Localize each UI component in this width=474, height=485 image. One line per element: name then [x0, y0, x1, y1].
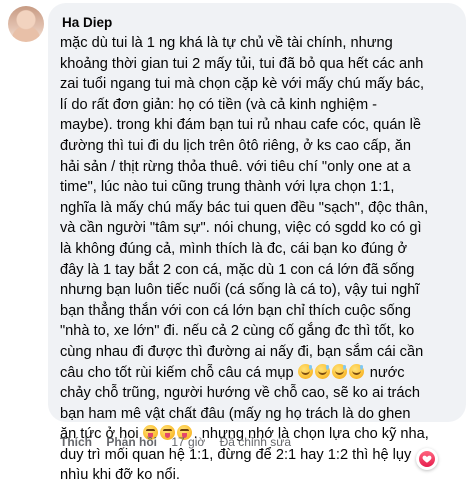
comment-line: mặc dù tui là 1 ng khá là tự chủ về tài …	[60, 35, 393, 51]
avatar[interactable]	[8, 6, 44, 42]
comment-line: "nhà to, xe lớn" đi. nếu cả 2 cùng cố gắ…	[60, 323, 415, 340]
timestamp-link[interactable]: 17 giờ	[171, 435, 205, 449]
comment-line: zai tuổi ngang tui mà chọn cặp kè với mấ…	[60, 76, 425, 93]
comment-line: time", lúc nào tui cũng trung thành với …	[60, 179, 395, 196]
comment-line: nhưng bạn luôn tiếc nuối (cá sống là cá …	[60, 282, 420, 299]
edited-label[interactable]: Đã chỉnh sửa	[220, 435, 291, 449]
comment-line: đây là 1 tay bắt 2 con cá, mặc dù 1 con …	[60, 261, 415, 278]
comment-author[interactable]: Ha Diep	[62, 14, 454, 31]
comment-line: đường thì tui đi du lịch trên ôtô riêng,…	[60, 137, 411, 154]
comment-line: maybe). trong khi đám bạn tui rủ nhau ca…	[60, 117, 422, 134]
comment-line: và cần người "tâm sự". nói chung, việc c…	[60, 220, 422, 237]
comment-line: bạn thẳng thắn với con cá lớn bạn chỉ th…	[60, 302, 411, 319]
comment-line-text: nước	[369, 364, 405, 381]
comment-container: Ha Diep mặc dù tui là 1 ng khá là tự chủ…	[0, 0, 474, 485]
comment-line-with-emoji: câu cho tốt rùi kiếm chỗ câu cá mụp nước	[60, 363, 454, 384]
sweat-smile-emoji-icon	[348, 363, 364, 379]
comment-text: mặc dù tui là 1 ng khá là tự chủ về tài …	[60, 33, 454, 485]
comment-line: khoảng thời gian tui 2 mấy tủi, tui đã b…	[60, 55, 424, 72]
sweat-smile-emoji-icon	[297, 363, 313, 379]
heart-icon	[419, 451, 435, 467]
comment-line: nhìu khi đỡ ko nổi.	[60, 467, 180, 484]
sweat-smile-emoji-icon	[314, 363, 330, 379]
comment-line: bạn ham mê vật chất đâu (mấy ng họ trách…	[60, 405, 411, 422]
comment-line: chảy chỗ trũng, người hướng về chỗ cao, …	[60, 385, 420, 402]
reply-button[interactable]: Phản hồi	[106, 435, 157, 449]
reaction-badge[interactable]	[416, 448, 438, 470]
like-button[interactable]: Thích	[60, 435, 92, 449]
comment-line: nghĩa là mấy chú mấy bác tui quen đều "s…	[60, 199, 429, 216]
comment-bubble: Ha Diep mặc dù tui là 1 ng khá là tự chủ…	[48, 3, 466, 483]
comment-line: là không đúng cả, mình thích là đc, cái …	[60, 240, 408, 257]
comment-actions: Thích Phản hồi 17 giờ Đã chỉnh sửa	[60, 433, 302, 451]
comment-line: lí do rất đơn giản: họ có tiền (và cả ki…	[60, 96, 378, 113]
sweat-smile-emoji-icon	[331, 363, 347, 379]
comment-line-text: câu cho tốt rùi kiếm chỗ câu cá mụp	[60, 364, 294, 381]
comment-line: cùng nhau đi được thì đường ai nấy đi, b…	[60, 343, 424, 360]
comment-line: hải sản / thịt rừng thỏa thuê. với tiêu …	[60, 158, 411, 175]
